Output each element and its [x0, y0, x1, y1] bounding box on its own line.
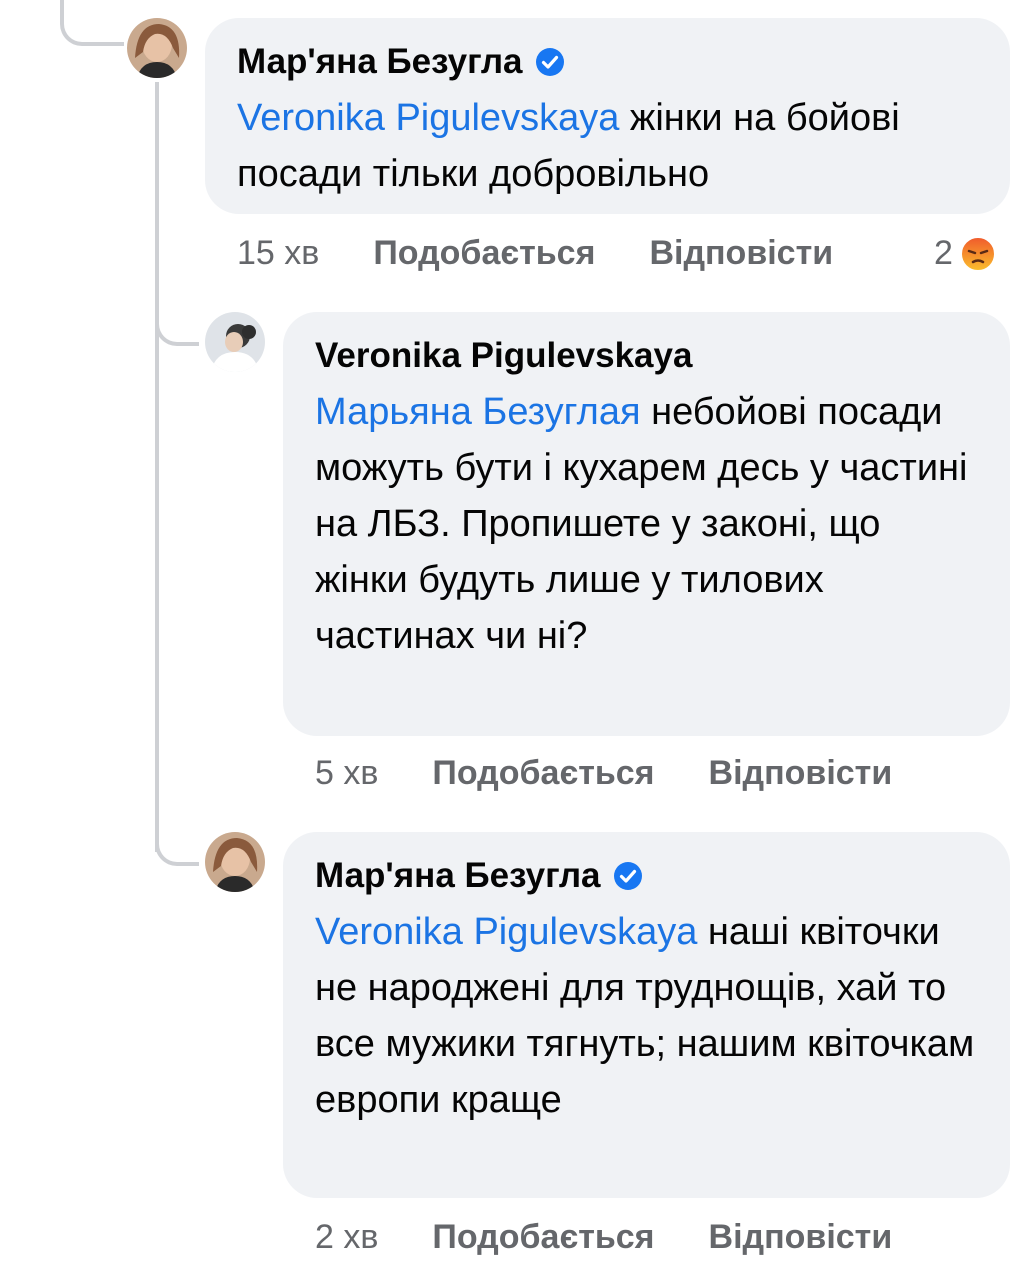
comment-text: Veronika Pigulevskaya наші квіточки не н…: [315, 904, 980, 1128]
reaction-summary[interactable]: 2: [934, 234, 997, 273]
timestamp[interactable]: 15 хв: [237, 234, 319, 273]
author-name[interactable]: Veronika Pigulevskaya: [315, 334, 692, 378]
reply-button[interactable]: Відповісти: [649, 234, 833, 273]
comment-text: Марьяна Безуглая небойові посади можуть …: [315, 384, 980, 664]
mention-link[interactable]: Veronika Pigulevskaya: [315, 911, 697, 953]
reaction-count: 2: [934, 234, 953, 272]
timestamp[interactable]: 5 хв: [315, 754, 378, 793]
comment-author[interactable]: Veronika Pigulevskaya: [315, 334, 980, 378]
thread-connector-reply-2: [155, 820, 199, 866]
comment-bubble: Мар'яна Безугла Veronika Pigulevskaya жі…: [205, 18, 1010, 214]
comment-author[interactable]: Мар'яна Безугла: [237, 40, 980, 84]
mention-link[interactable]: Veronika Pigulevskaya: [237, 97, 619, 139]
verified-badge-icon: [535, 48, 564, 76]
comment-text: Veronika Pigulevskaya жінки на бойові по…: [237, 90, 980, 202]
comment-actions: 5 хв Подобається Відповісти: [315, 754, 892, 793]
reply-button[interactable]: Відповісти: [709, 1218, 893, 1257]
avatar[interactable]: [127, 18, 187, 78]
reply-button[interactable]: Відповісти: [709, 754, 893, 793]
thread-connector-top: [60, 0, 124, 46]
comment-actions: 15 хв Подобається Відповісти: [237, 234, 833, 273]
avatar[interactable]: [205, 832, 265, 892]
thread-line-vertical: [155, 82, 159, 852]
angry-reaction-icon: [959, 235, 996, 272]
author-name[interactable]: Мар'яна Безугла: [315, 854, 601, 898]
author-name[interactable]: Мар'яна Безугла: [237, 40, 523, 84]
like-button[interactable]: Подобається: [432, 1218, 654, 1257]
comment-author[interactable]: Мар'яна Безугла: [315, 854, 980, 898]
verified-badge-icon: [613, 862, 642, 890]
like-button[interactable]: Подобається: [432, 754, 654, 793]
thread-connector-reply-1: [155, 300, 199, 346]
like-button[interactable]: Подобається: [373, 234, 595, 273]
comment-bubble: Мар'яна Безугла Veronika Pigulevskaya на…: [283, 832, 1010, 1198]
avatar[interactable]: [205, 312, 265, 372]
comment-bubble: Veronika Pigulevskaya Марьяна Безуглая н…: [283, 312, 1010, 736]
timestamp[interactable]: 2 хв: [315, 1218, 378, 1257]
comment-actions: 2 хв Подобається Відповісти: [315, 1218, 892, 1257]
mention-link[interactable]: Марьяна Безуглая: [315, 391, 641, 433]
